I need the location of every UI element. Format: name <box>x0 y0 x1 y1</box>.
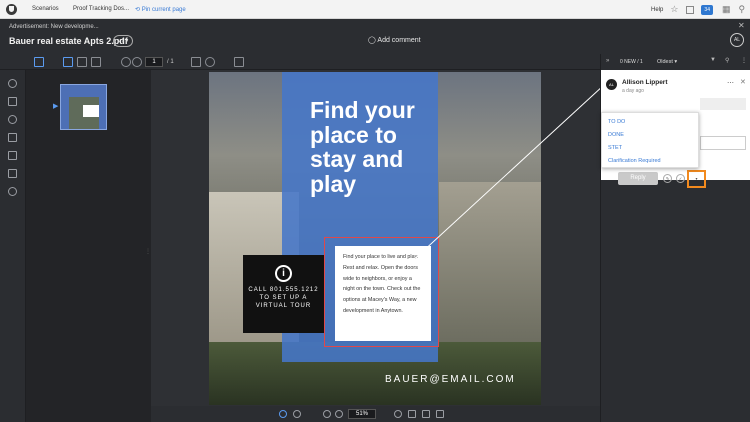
page-thumbnail[interactable] <box>60 84 107 130</box>
help-link[interactable]: Help <box>651 7 663 13</box>
close-icon[interactable]: ✕ <box>738 21 745 30</box>
checkmark-icon[interactable]: ✓ <box>676 174 685 183</box>
zoom-level-select[interactable]: 51% <box>348 409 376 419</box>
reply-input[interactable] <box>700 136 746 150</box>
document-title: Bauer real estate Apts 2.pdf <box>9 36 128 46</box>
sort-label: Oldest <box>657 59 673 65</box>
call-to-action-box: i CALL 801.555.1212 TO SET UP A VIRTUAL … <box>243 255 324 333</box>
next-page-icon[interactable] <box>132 57 142 67</box>
fit-width-icon[interactable] <box>77 57 87 67</box>
project-link[interactable]: Proof Tracking Dos... <box>73 6 129 12</box>
tag-icon[interactable] <box>8 133 17 142</box>
fullscreen-icon[interactable] <box>422 410 430 418</box>
page-number-input[interactable]: 1 <box>145 57 163 67</box>
info-icon[interactable] <box>8 79 17 88</box>
zoom-icon[interactable] <box>205 57 215 67</box>
inbox-icon[interactable] <box>686 5 695 14</box>
version-selector[interactable]: v.1 ▾ <box>113 35 134 47</box>
comments-panel: » 0 NEW / 1 Oldest ▾ ▼ ⚲ ⋮ AL Allison Li… <box>600 54 750 422</box>
gear-icon[interactable] <box>8 187 17 196</box>
status-button[interactable]: ▾ <box>687 170 706 188</box>
attachment-icon[interactable]: ✎ <box>663 174 672 183</box>
status-option-to-do[interactable]: TO DO <box>608 119 625 125</box>
document-page[interactable]: Find your place to stay and play i CALL … <box>209 72 541 405</box>
comment-author: Allison Lippert <box>622 79 668 86</box>
lock-icon[interactable] <box>8 169 17 178</box>
more-options-icon[interactable]: ⋮ <box>741 57 747 64</box>
ad-email: BAUER@EMAIL.COM <box>385 374 516 385</box>
fit-page-icon[interactable] <box>436 410 444 418</box>
comment-card[interactable]: AL Allison Lippert a day ago ⋯ ✕ TO DO D… <box>601 70 750 188</box>
comment-options-icon[interactable]: ⋯ <box>727 79 734 87</box>
markup-rectangle[interactable] <box>324 237 439 347</box>
top-navigation-bar: Scenarios Proof Tracking Dos... ⟲ Pin cu… <box>0 0 750 19</box>
version-label: v.1 <box>118 38 125 44</box>
annotations-icon[interactable] <box>234 57 244 67</box>
comments-toolbar: » 0 NEW / 1 Oldest ▾ ▼ ⚲ ⋮ <box>601 54 750 70</box>
avatar: AL <box>606 79 617 90</box>
status-option-clarification[interactable]: Clarification Required <box>608 158 661 164</box>
avatar[interactable]: AL <box>730 33 744 47</box>
expand-panel-icon[interactable]: » <box>606 58 609 64</box>
apps-grid-icon[interactable]: ▦ <box>722 4 731 15</box>
notification-badge[interactable]: 34 <box>701 4 713 15</box>
scenarios-link[interactable]: Scenarios <box>32 6 59 12</box>
filter-icon[interactable]: ▼ <box>710 57 716 63</box>
search-icon[interactable]: ⚲ <box>725 57 729 64</box>
viewer-toolbar: 1 / 1 <box>0 54 600 70</box>
status-option-stet[interactable]: STET <box>608 145 622 151</box>
split-view-icon[interactable] <box>191 57 201 67</box>
workflow-icon[interactable] <box>8 97 17 106</box>
comment-timestamp: a day ago <box>622 88 644 94</box>
page-total: / 1 <box>167 59 174 65</box>
search-icon[interactable]: ⚲ <box>739 4 746 15</box>
new-comments-count: 0 NEW / 1 <box>620 59 643 65</box>
compare-icon[interactable] <box>91 57 101 67</box>
status-option-done[interactable]: DONE <box>608 132 624 138</box>
pin-label: Pin current page <box>141 7 186 13</box>
add-comment-button[interactable]: ◯ Add comment <box>368 36 421 44</box>
add-comment-label: Add comment <box>377 37 421 44</box>
sort-dropdown[interactable]: Oldest ▾ <box>657 59 677 65</box>
zoom-out-icon[interactable] <box>323 410 331 418</box>
print-icon[interactable] <box>8 151 17 160</box>
previous-page-icon[interactable] <box>121 57 131 67</box>
app-logo-icon[interactable] <box>6 4 17 15</box>
breadcrumb[interactable]: Advertisement: New developme... <box>9 24 99 30</box>
close-icon[interactable]: ✕ <box>740 78 746 86</box>
left-rail: « <box>0 54 26 422</box>
current-page-marker-icon: ▶ <box>53 103 59 110</box>
comment-text-area[interactable] <box>700 98 746 110</box>
zoom-select-icon[interactable] <box>279 410 287 418</box>
call-to-action-text: CALL 801.555.1212 TO SET UP A VIRTUAL TO… <box>248 287 319 309</box>
single-page-view-icon[interactable] <box>63 57 73 67</box>
viewer-bottom-bar: 51% <box>151 406 600 422</box>
thumbnail-text-box <box>83 105 99 117</box>
status-dropdown-menu: TO DO DONE STET Clarification Required <box>601 112 699 168</box>
share-icon[interactable] <box>8 115 17 124</box>
pin-current-page-link[interactable]: ⟲ Pin current page <box>135 6 186 13</box>
star-icon[interactable]: ☆ <box>670 4 678 15</box>
reply-button[interactable]: Reply <box>618 172 658 185</box>
ad-headline: Find your place to stay and play <box>310 97 415 197</box>
proof-header: Advertisement: New developme... Bauer re… <box>0 19 750 54</box>
info-icon: i <box>275 265 292 282</box>
zoom-in-icon[interactable] <box>335 410 343 418</box>
comment-bubble-icon: ◯ <box>368 37 376 44</box>
hand-tool-icon[interactable] <box>293 410 301 418</box>
thumbnails-toggle-icon[interactable] <box>34 57 44 67</box>
rotate-icon[interactable] <box>394 410 402 418</box>
topbar-actions: Help ☆ 34 ▦ ⚲ <box>651 3 745 16</box>
fit-width-icon[interactable] <box>408 410 416 418</box>
